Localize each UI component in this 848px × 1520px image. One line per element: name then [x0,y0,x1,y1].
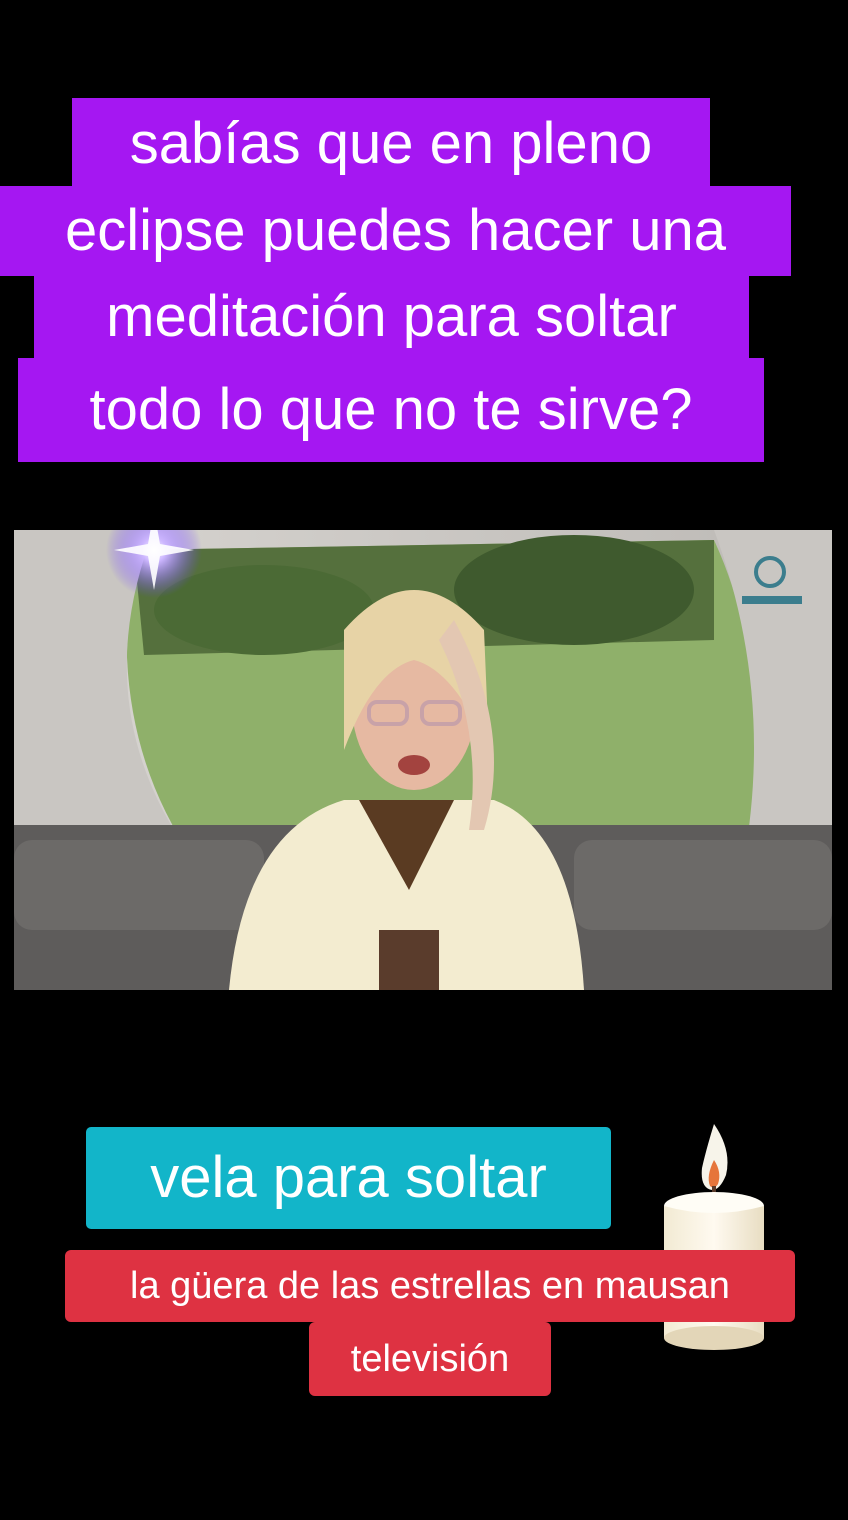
subtitle-line-1: la güera de las estrellas en mausan [65,1250,795,1322]
video-frame[interactable] [14,530,832,990]
headline-line-3: meditación para soltar [34,272,749,362]
candle-icon [664,1124,764,1350]
headline-line-4: todo lo que no te sirve? [18,358,764,462]
headline-line-2: eclipse puedes hacer una [0,186,791,276]
sticker-label: vela para soltar [86,1127,611,1229]
subtitle-line-2: televisión [309,1322,551,1396]
headline-line-1: sabías que en pleno [72,98,710,190]
